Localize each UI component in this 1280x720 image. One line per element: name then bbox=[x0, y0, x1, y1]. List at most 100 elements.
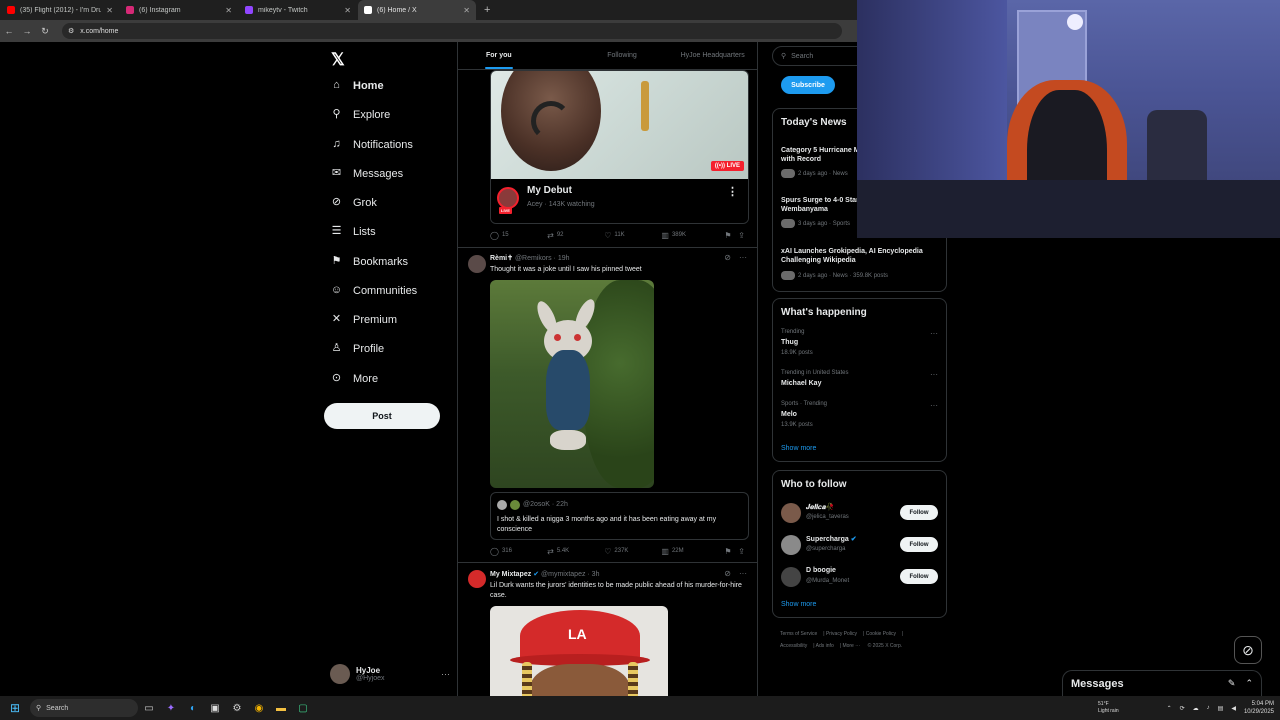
site-info-icon[interactable]: ⚙ bbox=[68, 27, 74, 35]
task-view-icon[interactable]: ▭ bbox=[138, 703, 160, 714]
more-options-icon[interactable]: ··· bbox=[930, 329, 938, 338]
avatar[interactable] bbox=[781, 567, 801, 587]
mic-icon[interactable]: ♪ bbox=[1207, 705, 1210, 711]
footer-link[interactable]: Cookie Policy bbox=[866, 631, 896, 637]
tweet-image[interactable]: LA bbox=[490, 606, 668, 696]
nav-messages[interactable]: ✉ Messages bbox=[330, 167, 403, 180]
messages-dock[interactable]: Messages ✎ ⌃ bbox=[1062, 670, 1262, 696]
volume-icon[interactable]: ◀ bbox=[1231, 705, 1236, 712]
share-icon[interactable]: ⇪ bbox=[738, 547, 750, 556]
share-icon[interactable]: ⇪ bbox=[738, 231, 750, 240]
nav-premium[interactable]: ✕ Premium bbox=[330, 313, 397, 326]
close-tab-icon[interactable]: ✕ bbox=[344, 6, 351, 15]
chevron-up-icon[interactable]: ⌃ bbox=[1167, 705, 1172, 712]
reply-button[interactable]: ◯ 15 bbox=[490, 231, 547, 240]
nav-grok[interactable]: ⊘ Grok bbox=[330, 196, 377, 209]
reply-button[interactable]: ◯ 316 bbox=[490, 547, 547, 556]
show-more-link[interactable]: Show more bbox=[781, 601, 816, 608]
folder-icon[interactable]: ▬ bbox=[270, 703, 292, 714]
bookmark-icon[interactable]: ⚑ bbox=[724, 231, 738, 240]
suggested-name[interactable]: Supercharga ✔ bbox=[806, 535, 857, 543]
windows-start-icon[interactable]: ⊞ bbox=[0, 701, 30, 715]
nav-home[interactable]: ⌂ Home bbox=[330, 79, 383, 92]
more-options-icon[interactable]: ··· bbox=[739, 569, 747, 578]
author-name[interactable]: Rèmi✝ bbox=[490, 255, 513, 262]
nav-bookmarks[interactable]: ⚑ Bookmarks bbox=[330, 255, 408, 268]
more-options-icon[interactable]: ··· bbox=[441, 669, 450, 679]
edge-icon[interactable]: ◐ bbox=[182, 703, 204, 714]
show-more-link[interactable]: Show more bbox=[781, 445, 816, 452]
footer-link[interactable]: Ads info bbox=[816, 643, 834, 649]
copilot-icon[interactable]: ✦ bbox=[160, 703, 182, 714]
like-button[interactable]: ♡ 237K bbox=[604, 547, 661, 556]
weather-widget[interactable]: 51°F Light rain bbox=[1098, 701, 1119, 715]
account-switcher[interactable]: HyJoe @Hyjoex ··· bbox=[330, 662, 450, 686]
grok-floating-button[interactable]: ⊘ bbox=[1234, 636, 1262, 664]
network-icon[interactable]: ▤ bbox=[1218, 705, 1224, 712]
browser-tab-twitch[interactable]: mikeytv - Twitch ✕ bbox=[239, 0, 357, 20]
repost-button[interactable]: ⇄ 5.4K bbox=[547, 547, 604, 556]
post-button[interactable]: Post bbox=[324, 403, 440, 429]
browser-tab-instagram[interactable]: (6) Instagram ✕ bbox=[120, 0, 238, 20]
footer-link[interactable]: More ··· bbox=[842, 643, 860, 649]
forward-icon[interactable]: → bbox=[18, 26, 36, 36]
nav-profile[interactable]: ♙ Profile bbox=[330, 342, 385, 355]
follow-button[interactable]: Follow bbox=[900, 569, 938, 584]
taskbar-search[interactable]: ⚲ Search bbox=[30, 699, 138, 717]
nav-explore[interactable]: ⚲ Explore bbox=[330, 108, 390, 121]
back-icon[interactable]: ← bbox=[0, 26, 18, 36]
suggested-name[interactable]: D boogie bbox=[806, 567, 836, 574]
more-options-icon[interactable]: ··· bbox=[739, 253, 747, 262]
cloud-icon[interactable]: ☁ bbox=[1193, 705, 1199, 712]
nav-more[interactable]: ⊙ More bbox=[330, 372, 378, 385]
views-button[interactable]: ▥ 389K bbox=[661, 231, 724, 240]
settings-icon[interactable]: ⚙ bbox=[226, 703, 248, 714]
subscribe-button[interactable]: Subscribe bbox=[781, 76, 835, 94]
quoted-tweet[interactable]: @2osoK · 22h I shot & killed a nigga 3 m… bbox=[490, 492, 749, 540]
follow-button[interactable]: Follow bbox=[900, 537, 938, 552]
reload-icon[interactable]: ↻ bbox=[36, 26, 54, 37]
grok-icon[interactable]: ⊘ bbox=[724, 569, 731, 578]
avatar[interactable] bbox=[497, 187, 519, 209]
avatar[interactable] bbox=[781, 535, 801, 555]
live-video-thumbnail[interactable]: ((•)) LIVE bbox=[491, 71, 748, 179]
chrome-icon[interactable]: ◉ bbox=[248, 703, 270, 714]
compose-message-icon[interactable]: ✎ bbox=[1228, 678, 1236, 689]
tab-for-you[interactable]: For you bbox=[458, 42, 577, 69]
chevron-up-icon[interactable]: ⌃ bbox=[1245, 678, 1253, 689]
more-options-icon[interactable]: ··· bbox=[930, 401, 938, 410]
close-tab-icon[interactable]: ✕ bbox=[225, 6, 232, 15]
follow-button[interactable]: Follow bbox=[900, 505, 938, 520]
avatar[interactable] bbox=[468, 255, 486, 273]
more-options-icon[interactable]: ⋮ bbox=[727, 185, 738, 198]
live-stream-card[interactable]: ((•)) LIVE LIVE My Debut Acey · 143K wat… bbox=[490, 70, 749, 224]
views-button[interactable]: ▥ 22M bbox=[661, 547, 724, 556]
nav-lists[interactable]: ☰ Lists bbox=[330, 225, 376, 238]
sync-icon[interactable]: ⟳ bbox=[1180, 705, 1185, 712]
tweet-image[interactable] bbox=[490, 280, 654, 488]
repost-button[interactable]: ⇄ 92 bbox=[547, 231, 604, 240]
trend-name[interactable]: Melo bbox=[781, 411, 797, 418]
x-logo[interactable]: 𝕏 bbox=[331, 50, 345, 70]
grok-icon[interactable]: ⊘ bbox=[724, 253, 731, 262]
browser-tab-youtube[interactable]: (35) Flight (2012) - I'm Drunk R ✕ bbox=[1, 0, 119, 20]
nav-communities[interactable]: ☺ Communities bbox=[330, 284, 417, 297]
avatar[interactable] bbox=[781, 503, 801, 523]
suggested-name[interactable]: 𝑱𝒆𝒍𝒊𝒄𝒂🥀 bbox=[806, 503, 835, 512]
tab-following[interactable]: Following bbox=[577, 42, 668, 69]
footer-link[interactable]: Terms of Service bbox=[780, 631, 817, 637]
author-name[interactable]: My Mixtapez bbox=[490, 571, 531, 578]
footer-link[interactable]: Privacy Policy bbox=[826, 631, 857, 637]
store-icon[interactable]: ▣ bbox=[204, 703, 226, 714]
trend-name[interactable]: Michael Kay bbox=[781, 380, 821, 387]
trend-name[interactable]: Thug bbox=[781, 339, 798, 346]
close-tab-icon[interactable]: ✕ bbox=[106, 6, 113, 15]
close-tab-icon[interactable]: ✕ bbox=[463, 6, 470, 15]
nav-notifications[interactable]: ♫ Notifications bbox=[330, 138, 413, 151]
clock[interactable]: 5:04 PM 10/29/2025 bbox=[1244, 700, 1274, 716]
more-options-icon[interactable]: ··· bbox=[930, 370, 938, 379]
new-tab-button[interactable]: + bbox=[484, 0, 490, 20]
app-icon[interactable]: ▢ bbox=[292, 703, 314, 714]
address-bar[interactable]: ⚙ x.com/home bbox=[62, 23, 842, 39]
like-button[interactable]: ♡ 11K bbox=[604, 231, 661, 240]
